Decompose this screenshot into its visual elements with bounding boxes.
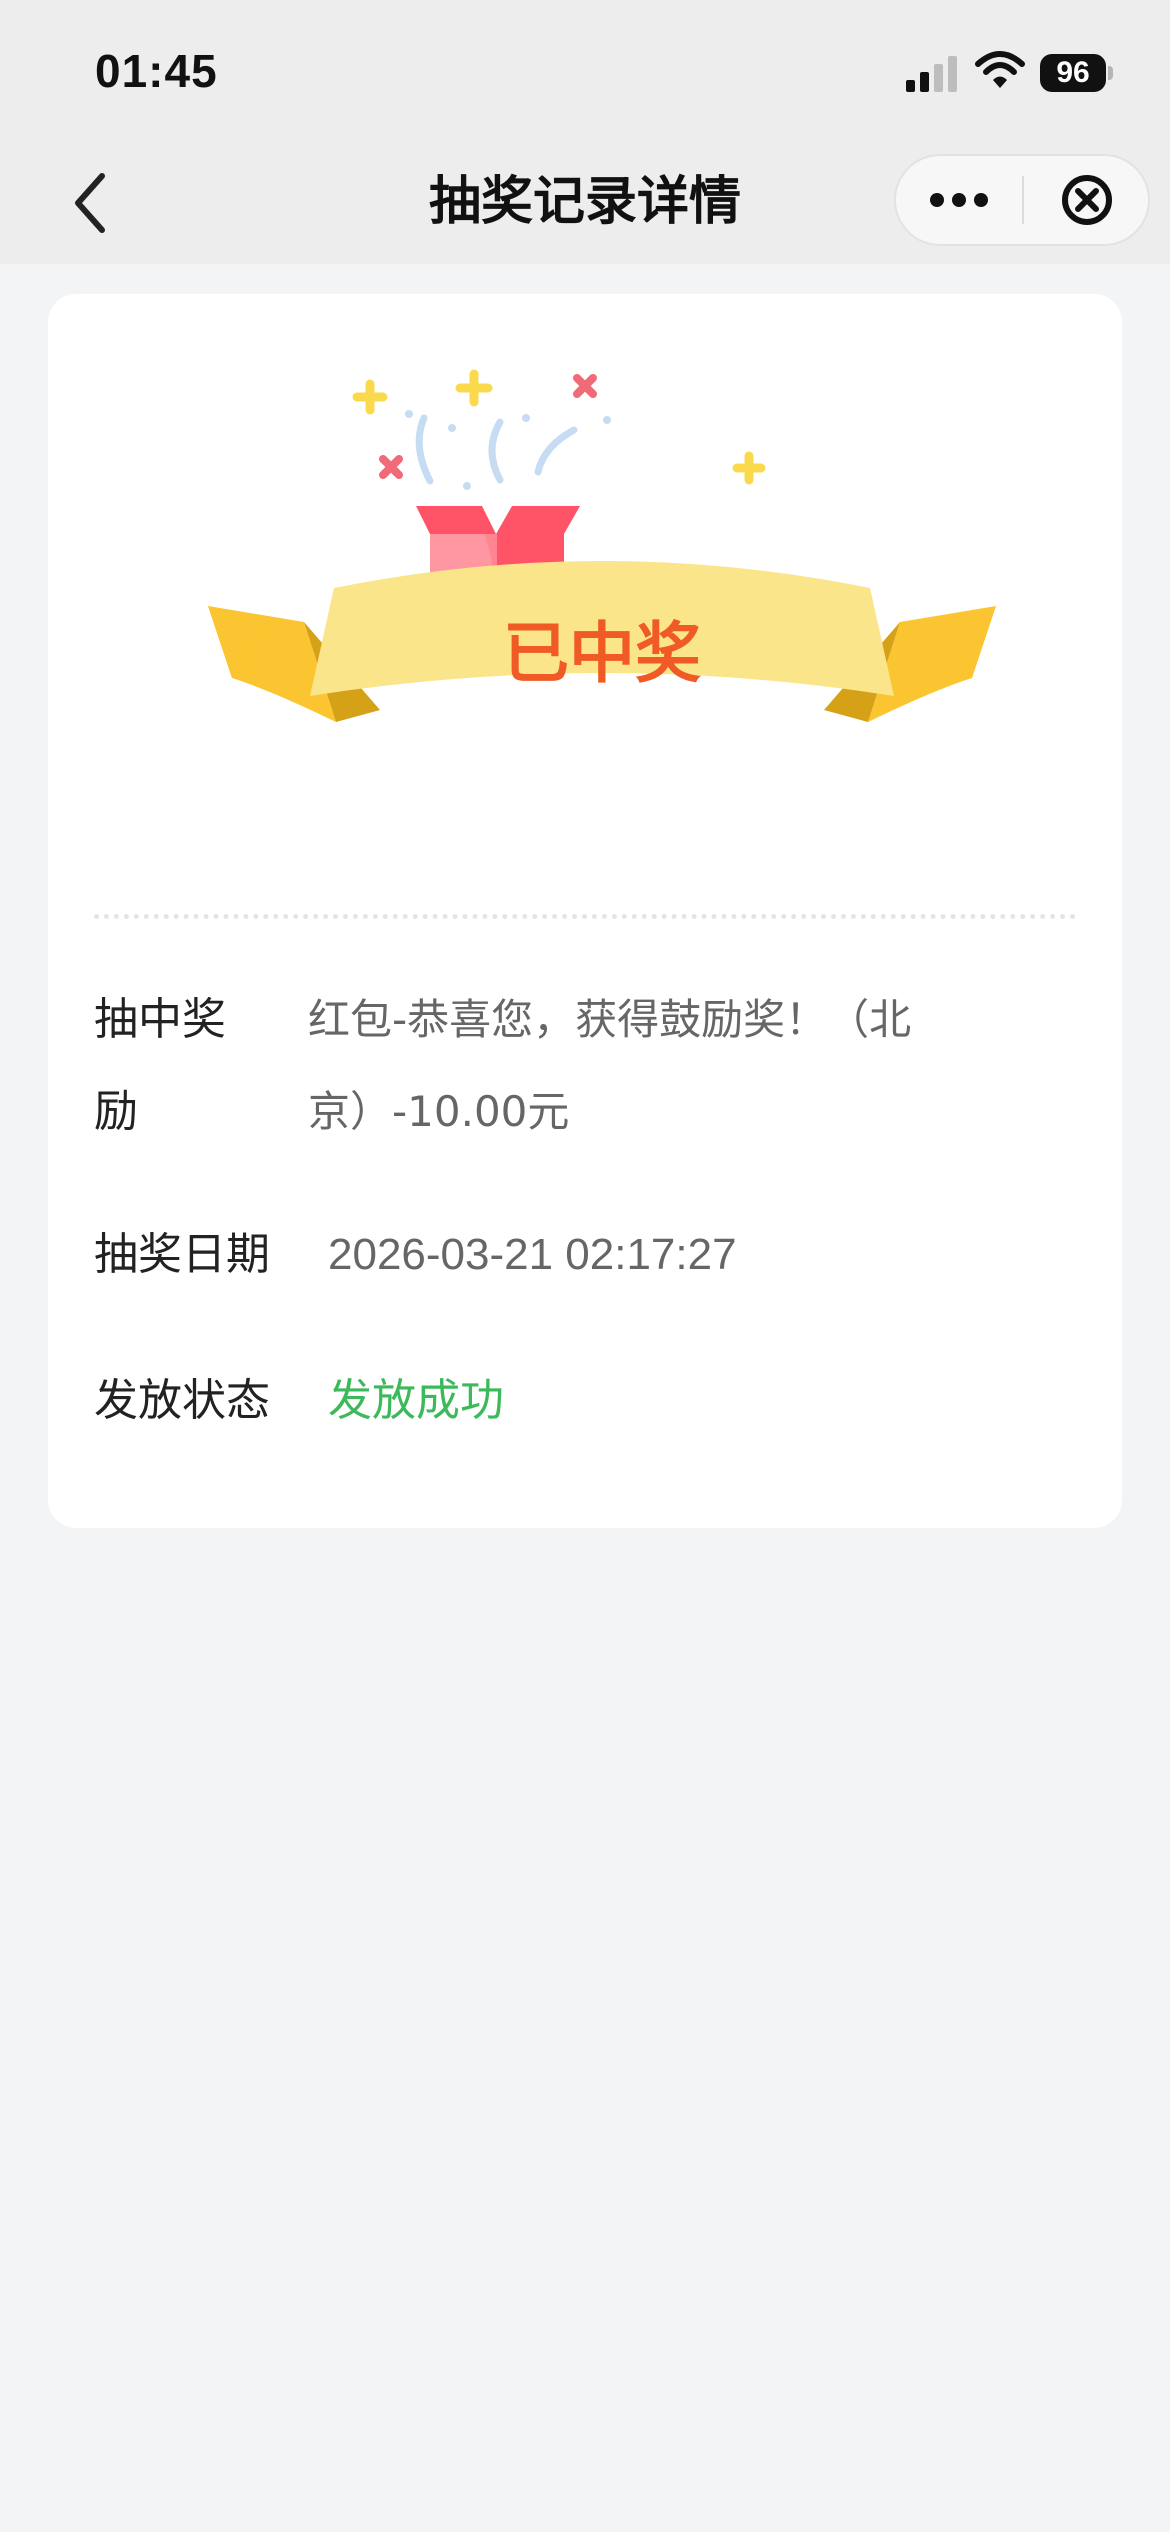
- close-icon[interactable]: [1024, 156, 1150, 244]
- detail-card: 已中奖 抽中奖励 红包-恭喜您，获得鼓励奖！（北京）-10.00元 抽奖日期 2…: [48, 294, 1122, 1528]
- date-label: 抽奖日期: [94, 1229, 270, 1280]
- status-badge: 发放成功: [328, 1375, 504, 1426]
- signal-icon: [906, 56, 957, 92]
- reward-label: 抽中奖励: [94, 994, 226, 1137]
- sparkle-icon: [352, 369, 766, 490]
- date-value: 2026-03-21 02:17:27: [328, 1230, 737, 1279]
- prize-banner: 已中奖: [208, 369, 996, 722]
- wifi-icon: [975, 51, 1025, 88]
- divider: [94, 914, 1076, 919]
- capsule-menu: [894, 154, 1150, 246]
- back-icon[interactable]: [66, 168, 114, 238]
- battery-icon: 96: [1040, 54, 1106, 92]
- more-icon[interactable]: [896, 156, 1022, 244]
- nav-bar: 抽奖记录详情: [0, 140, 1170, 264]
- battery-cap: [1108, 66, 1113, 80]
- prize-status-text: 已中奖: [503, 615, 701, 692]
- status-bar: 01:45 96: [0, 0, 1170, 140]
- status-label: 发放状态: [94, 1375, 270, 1426]
- status-time: 01:45: [95, 45, 218, 97]
- reward-value: 红包-恭喜您，获得鼓励奖！（北京）-10.00元: [308, 995, 912, 1136]
